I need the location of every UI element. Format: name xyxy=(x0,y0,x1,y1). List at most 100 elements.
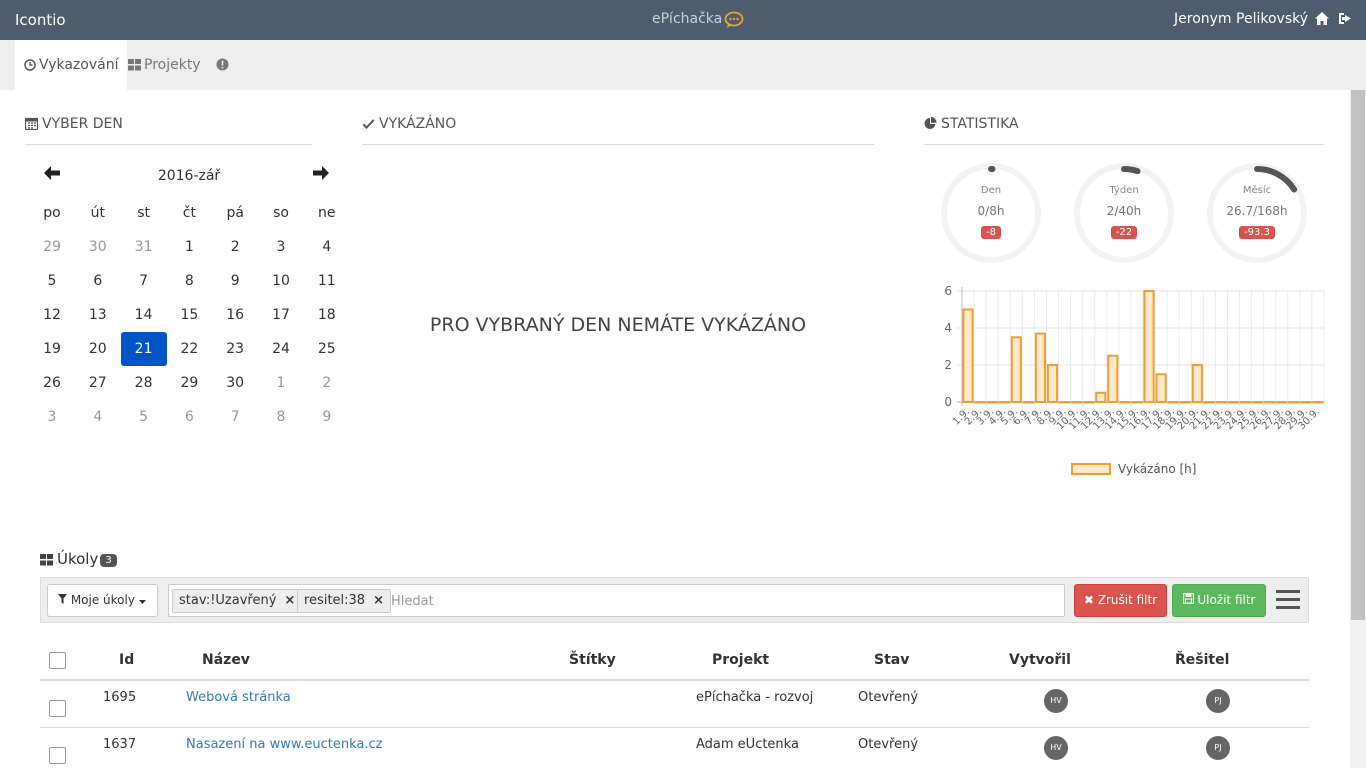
brand-link[interactable]: Icontio xyxy=(15,11,66,29)
scrollbar-thumb[interactable] xyxy=(1351,90,1365,620)
calendar-day[interactable]: 19 xyxy=(29,332,75,366)
tasks-count-badge: 3 xyxy=(100,554,117,567)
calendar-day[interactable]: 25 xyxy=(304,332,350,366)
column-header-id[interactable]: Id xyxy=(119,652,134,668)
calendar-day[interactable]: 8 xyxy=(166,264,212,298)
calendar-day[interactable]: 20 xyxy=(75,332,121,366)
my-tasks-dropdown[interactable]: Moje úkoly xyxy=(47,584,158,617)
tab-projekty[interactable]: Projekty xyxy=(119,40,210,90)
y-tick-label: 6 xyxy=(944,284,952,298)
task-project: ePíchačka - rozvoj xyxy=(696,690,814,705)
calendar-day[interactable]: 27 xyxy=(75,366,121,400)
calendar-day[interactable]: 1 xyxy=(258,366,304,400)
row-checkbox[interactable] xyxy=(49,747,66,764)
bar xyxy=(1022,401,1034,404)
calendar-day[interactable]: 5 xyxy=(121,400,167,434)
calendar-day[interactable]: 1 xyxy=(166,230,212,264)
calendar-day[interactable]: 2 xyxy=(212,230,258,264)
calendar-day[interactable]: 24 xyxy=(258,332,304,366)
hours-bar-chart: 02461.9.2.9.3.9.4.9.5.9.6.9.7.9.8.9.9.9.… xyxy=(944,284,1325,432)
cancel-filter-button[interactable]: ✖ Zrušit filtr xyxy=(1074,584,1167,617)
calendar-day[interactable]: 28 xyxy=(121,366,167,400)
prev-month-arrow-icon[interactable] xyxy=(44,166,60,184)
calendar-day[interactable]: 23 xyxy=(212,332,258,366)
calendar-day[interactable]: 5 xyxy=(29,264,75,298)
task-id: 1637 xyxy=(103,737,137,752)
calendar-day[interactable]: 17 xyxy=(258,298,304,332)
tasks-title: Úkoly 3 xyxy=(40,550,117,568)
calendar-day[interactable]: 8 xyxy=(258,400,304,434)
calendar-day[interactable]: 7 xyxy=(121,264,167,298)
weekday-header: so xyxy=(273,205,289,221)
calendar-day[interactable]: 30 xyxy=(75,230,121,264)
filter-chip-assignee[interactable]: resitel:38 × xyxy=(297,589,391,613)
tab-info[interactable] xyxy=(207,40,241,90)
legend-label[interactable]: Vykázáno [h] xyxy=(1118,462,1196,476)
select-all-checkbox[interactable] xyxy=(49,652,66,669)
calendar-day[interactable]: 6 xyxy=(166,400,212,434)
column-menu-icon[interactable] xyxy=(1275,588,1301,612)
calendar-day[interactable]: 6 xyxy=(75,264,121,298)
bar xyxy=(1312,401,1324,404)
calendar-day[interactable]: 4 xyxy=(75,400,121,434)
bar xyxy=(1095,391,1107,403)
calendar-day[interactable]: 3 xyxy=(29,400,75,434)
chat-icon[interactable] xyxy=(724,11,744,33)
calendar-day[interactable]: 30 xyxy=(212,366,258,400)
remove-chip-icon[interactable]: × xyxy=(373,593,384,608)
calendar-day[interactable]: 29 xyxy=(166,366,212,400)
calendar-day[interactable]: 16 xyxy=(212,298,258,332)
gauge-diff-badge: -8 xyxy=(981,226,1001,239)
logout-icon[interactable] xyxy=(1338,12,1352,29)
calendar-day[interactable]: 2 xyxy=(304,366,350,400)
next-month-arrow-icon[interactable] xyxy=(313,166,329,184)
calendar-day[interactable]: 29 xyxy=(29,230,75,264)
task-name-link[interactable]: Nasazení na www.euctenka.cz xyxy=(186,737,383,752)
calendar-day[interactable]: 21 xyxy=(120,332,167,366)
bar xyxy=(1131,401,1143,404)
weekday-header: ne xyxy=(318,205,336,221)
calendar-day[interactable]: 15 xyxy=(166,298,212,332)
column-header-creator[interactable]: Vytvořil xyxy=(1009,652,1071,668)
gauge-diff-badge: -22 xyxy=(1110,226,1138,239)
bar xyxy=(1179,401,1191,404)
gauge-diff-badge: -93.3 xyxy=(1239,226,1275,239)
calendar-day[interactable]: 3 xyxy=(258,230,304,264)
calendar-day[interactable]: 9 xyxy=(304,400,350,434)
legend-swatch[interactable] xyxy=(1071,463,1111,475)
column-header-name[interactable]: Název xyxy=(202,652,250,668)
calendar-day[interactable]: 26 xyxy=(29,366,75,400)
remove-chip-icon[interactable]: × xyxy=(284,593,295,608)
bar xyxy=(1010,336,1022,403)
calendar-day[interactable]: 14 xyxy=(121,298,167,332)
calendar-day[interactable]: 9 xyxy=(212,264,258,298)
column-header-project[interactable]: Projekt xyxy=(712,652,769,668)
calendar-day[interactable]: 13 xyxy=(75,298,121,332)
calendar-month[interactable]: 2016-zář xyxy=(130,168,248,184)
tab-vykazovani[interactable]: Vykazování xyxy=(15,40,128,90)
search-input[interactable] xyxy=(391,589,791,613)
calendar-day[interactable]: 10 xyxy=(258,264,304,298)
calendar-day[interactable]: 4 xyxy=(304,230,350,264)
column-header-assignee[interactable]: Řešitel xyxy=(1175,652,1229,668)
filter-search-box[interactable]: stav:!Uzavřený × resitel:38 × xyxy=(168,584,1065,617)
save-filter-button[interactable]: Uložit filtr xyxy=(1172,584,1266,617)
row-checkbox[interactable] xyxy=(49,700,66,717)
calendar-day[interactable]: 12 xyxy=(29,298,75,332)
task-name-link[interactable]: Webová stránka xyxy=(186,690,291,705)
calendar-day[interactable]: 31 xyxy=(121,230,167,264)
calendar-day[interactable]: 18 xyxy=(304,298,350,332)
column-header-status[interactable]: Stav xyxy=(874,652,909,668)
calendar-day[interactable]: 22 xyxy=(166,332,212,366)
gauge-label: Týden xyxy=(1109,185,1139,196)
calendar-day[interactable]: 11 xyxy=(304,264,350,298)
home-icon[interactable] xyxy=(1315,12,1329,29)
app-title: ePíchačka xyxy=(652,11,723,27)
filter-chip-status[interactable]: stav:!Uzavřený × xyxy=(172,589,303,613)
calendar-day[interactable]: 7 xyxy=(212,400,258,434)
check-icon xyxy=(362,119,375,129)
bar xyxy=(1046,364,1059,403)
bar xyxy=(1167,401,1179,404)
column-header-tags[interactable]: Štítky xyxy=(569,652,616,668)
user-name[interactable]: Jeronym Pelikovský xyxy=(1174,11,1308,27)
